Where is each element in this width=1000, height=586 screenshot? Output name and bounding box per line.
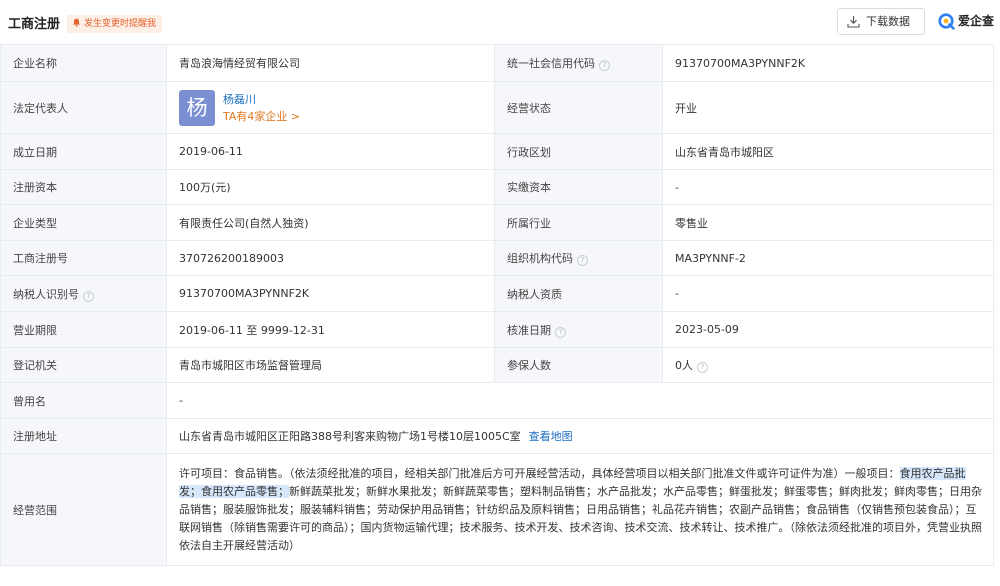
table-row: 企业名称 青岛浪海情经贸有限公司 统一社会信用代码? 91370700MA3PY… [0,44,994,82]
label-credit-code: 统一社会信用代码? [494,44,663,82]
value-company-type: 有限责任公司(自然人独资) [166,204,495,241]
label-registered-capital: 注册资本 [0,169,167,205]
section-title: 工商注册 [8,17,61,32]
value-registration-authority: 青岛市城阳区市场监督管理局 [166,347,495,383]
label-paid-capital: 实缴资本 [494,169,663,205]
label-company-name: 企业名称 [0,44,167,82]
section-header: 工商注册 发生变更时提醒我 下载数据 爱企查 [0,0,1000,44]
label-insured-count: 参保人数 [494,347,663,383]
table-row: 企业类型 有限责任公司(自然人独资) 所属行业 零售业 [0,204,994,241]
value-industry: 零售业 [662,204,994,241]
label-founded: 成立日期 [0,133,167,170]
address-text: 山东省青岛市城阳区正阳路388号利客来购物广场1号楼10层1005C室 [179,430,521,443]
label-taxpayer-id: 纳税人识别号? [0,275,167,312]
table-row: 法定代表人 杨杨磊川 TA有4家企业 > 经营状态 开业 [0,81,994,134]
label-business-scope: 经营范围 [0,453,167,566]
table-row: 经营范围 许可项目：食品销售。（依法须经批准的项目，经相关部门批准后方可开展经营… [0,453,994,566]
value-business-scope: 许可项目：食品销售。（依法须经批准的项目，经相关部门批准后方可开展经营活动，具体… [166,453,994,566]
help-icon[interactable]: ? [555,326,566,338]
legal-rep-name-link[interactable]: 杨磊川 [223,91,300,108]
help-icon[interactable]: ? [83,290,94,302]
table-row: 营业期限 2019-06-11 至 9999-12-31 核准日期? 2023-… [0,311,994,348]
rep-companies-link[interactable]: TA有4家企业 > [223,108,300,125]
table-row: 登记机关 青岛市城阳区市场监督管理局 参保人数 0人? [0,347,994,383]
label-registration-authority: 登记机关 [0,347,167,383]
help-icon[interactable]: ? [697,362,708,373]
table-row: 注册地址 山东省青岛市城阳区正阳路388号利客来购物广场1号楼10层1005C室… [0,418,994,454]
change-remind-button[interactable]: 发生变更时提醒我 [67,15,163,33]
label-reg-number: 工商注册号 [0,240,167,276]
scope-text: 许可项目：食品销售。（依法须经批准的项目，经相关部门批准后方可开展经营活动，具体… [179,466,900,480]
label-former-name: 曾用名 [0,382,167,419]
value-taxpayer-id: 91370700MA3PYNNF2K [166,275,495,312]
value-registered-capital: 100万(元) [166,169,495,205]
label-legal-rep: 法定代表人 [0,81,167,134]
value-text: 0人 [675,359,693,372]
value-credit-code: 91370700MA3PYNNF2K [662,44,994,82]
help-icon[interactable]: ? [599,60,610,71]
help-icon[interactable]: ? [577,255,588,266]
value-reg-number: 370726200189003 [166,240,495,276]
label-org-code: 组织机构代码? [494,240,663,276]
value-registered-address: 山东省青岛市城阳区正阳路388号利客来购物广场1号楼10层1005C室 查看地图 [166,418,994,454]
table-row: 成立日期 2019-06-11 行政区划 山东省青岛市城阳区 [0,133,994,170]
rep-info: 杨磊川 TA有4家企业 > [223,91,300,125]
label-text: 纳税人识别号 [13,287,79,301]
label-status: 经营状态 [494,81,663,134]
value-org-code: MA3PYNNF-2 [662,240,994,276]
business-registration-table: 企业名称 青岛浪海情经贸有限公司 统一社会信用代码? 91370700MA3PY… [0,44,994,566]
label-registered-address: 注册地址 [0,418,167,454]
table-row: 工商注册号 370726200189003 组织机构代码? MA3PYNNF-2 [0,240,994,276]
avatar[interactable]: 杨 [179,89,215,126]
logo-text: 爱企查 [958,14,995,28]
label-taxpayer-qualification: 纳税人资质 [494,275,663,312]
value-paid-capital: - [662,169,994,205]
table-row: 曾用名 - [0,382,994,419]
label-industry: 所属行业 [494,204,663,241]
download-icon [847,16,860,28]
table-row: 注册资本 100万(元) 实缴资本 - [0,169,994,205]
logo-q-icon [938,13,955,30]
label-region: 行政区划 [494,133,663,170]
view-map-link[interactable]: 查看地图 [529,430,573,443]
value-status: 开业 [662,81,994,134]
value-legal-rep: 杨杨磊川 TA有4家企业 > [166,81,495,134]
value-region: 山东省青岛市城阳区 [662,133,994,170]
label-approval-date: 核准日期? [494,311,663,348]
aiqicha-logo: 爱企查 [938,10,994,32]
label-text: 组织机构代码 [507,252,573,265]
table-row: 纳税人识别号? 91370700MA3PYNNF2K 纳税人资质 - [0,275,994,312]
label-company-type: 企业类型 [0,204,167,241]
value-taxpayer-qualification: - [662,275,994,312]
value-insured-count: 0人? [662,347,994,383]
download-label: 下载数据 [866,15,910,28]
download-data-button[interactable]: 下载数据 [837,8,925,35]
remind-label: 发生变更时提醒我 [84,19,157,29]
label-business-term: 营业期限 [0,311,167,348]
bell-icon [73,18,80,27]
value-business-term: 2019-06-11 至 9999-12-31 [166,311,495,348]
value-founded: 2019-06-11 [166,133,495,170]
value-former-name: - [166,382,994,419]
label-text: 统一社会信用代码 [507,57,595,70]
value-company-name: 青岛浪海情经贸有限公司 [166,44,495,82]
value-approval-date: 2023-05-09 [662,311,994,348]
scope-text: 新鲜蔬菜批发；新鲜水果批发；新鲜蔬菜零售；塑料制品销售；水产品批发；水产品零售；… [179,484,982,552]
label-text: 核准日期 [507,323,551,337]
